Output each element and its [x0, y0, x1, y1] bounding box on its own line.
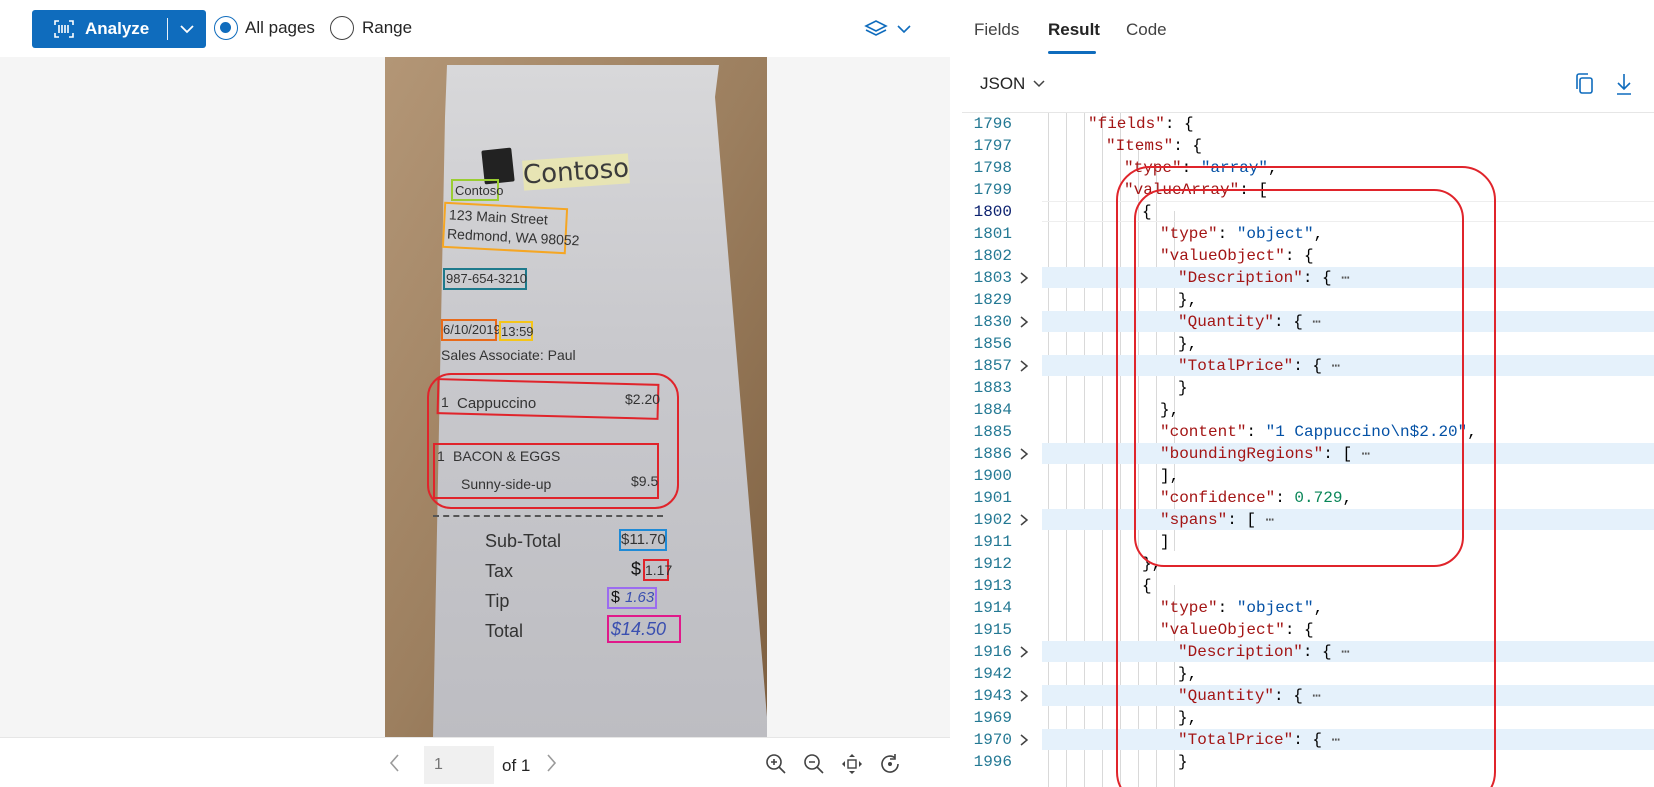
json-editor[interactable]: 1796 "fields": { 1797 "Items": { 1798 "t…: [962, 113, 1654, 787]
total-label: Total: [485, 621, 524, 641]
rotate-icon[interactable]: [878, 752, 902, 776]
analyze-button-label: Analyze: [85, 19, 150, 38]
fit-to-page-icon[interactable]: [840, 752, 864, 776]
tax-value: 1.17: [645, 562, 673, 578]
line-number: 1803: [973, 269, 1012, 287]
dashed-divider: [433, 515, 663, 517]
result-pane: Fields Result Code JSON 1796 "fields": {…: [950, 0, 1654, 787]
format-dropdown[interactable]: JSON: [980, 74, 1025, 94]
receipt-merchant: Contoso: [455, 183, 504, 198]
active-tab-indicator: [1048, 51, 1096, 54]
line-number: 1916: [973, 643, 1012, 661]
item-2-sub: Sunny-side-up: [461, 476, 552, 492]
line-number: 1802: [973, 247, 1012, 265]
tax-label: Tax: [485, 561, 514, 581]
split-divider: [167, 18, 168, 40]
item-1-qty: 1: [441, 394, 449, 410]
zoom-in-icon[interactable]: [764, 752, 788, 776]
document-canvas: Contoso Contoso 123 Main Street Redmond,…: [0, 57, 950, 737]
radio-range-label[interactable]: Range: [362, 18, 412, 38]
radio-range[interactable]: [330, 16, 354, 40]
line-number: 1886: [973, 445, 1012, 463]
line-number: 1798: [973, 159, 1012, 177]
item-1-name: Cappuccino: [457, 395, 537, 412]
line-number: 1969: [973, 709, 1012, 727]
chevron-down-icon[interactable]: [1032, 78, 1046, 90]
line-number: 1942: [973, 665, 1012, 683]
receipt-image: Contoso Contoso 123 Main Street Redmond,…: [385, 57, 767, 737]
line-number: 1911: [973, 533, 1012, 551]
viewer-toolbar: Analyze All pages Range: [0, 0, 950, 57]
line-number: 1996: [973, 753, 1012, 771]
chevron-right-icon[interactable]: [1018, 645, 1030, 659]
zoom-out-icon[interactable]: [802, 752, 826, 776]
document-viewer-pane: Analyze All pages Range Contoso Contoso …: [0, 0, 950, 787]
chevron-right-icon[interactable]: [544, 753, 558, 773]
line-number: 1830: [973, 313, 1012, 331]
item-2-name: BACON & EGGS: [453, 448, 561, 464]
line-number: 1943: [973, 687, 1012, 705]
tab-result[interactable]: Result: [1048, 20, 1100, 40]
analyze-button[interactable]: Analyze: [32, 10, 206, 48]
radio-all-pages-label[interactable]: All pages: [245, 18, 315, 38]
line-number: 1884: [973, 401, 1012, 419]
tab-fields[interactable]: Fields: [974, 20, 1019, 40]
line-number: 1902: [973, 511, 1012, 529]
line-number: 1912: [973, 555, 1012, 573]
line-number: 1883: [973, 379, 1012, 397]
line-number: 1856: [973, 335, 1012, 353]
item-2-price: $9.5: [631, 473, 659, 489]
tab-code[interactable]: Code: [1126, 20, 1167, 40]
copy-icon[interactable]: [1574, 72, 1596, 96]
chevron-right-icon[interactable]: [1018, 689, 1030, 703]
line-number: 1796: [973, 115, 1012, 133]
tip-value: 1.63: [625, 589, 655, 606]
line-number: 1829: [973, 291, 1012, 309]
code-line: 1797 "Items": {: [962, 135, 1654, 158]
total-value: $14.50: [611, 619, 667, 639]
page-count-label: of 1: [502, 756, 531, 775]
line-number: 1901: [973, 489, 1012, 507]
line-number: 1913: [973, 577, 1012, 595]
page-number-input[interactable]: [424, 746, 494, 784]
subtotal-value: $11.70: [621, 531, 666, 548]
item-2-qty: 1: [437, 448, 445, 464]
chevron-down-icon[interactable]: [179, 22, 195, 36]
chevron-left-icon[interactable]: [388, 753, 402, 773]
chevron-right-icon[interactable]: [1018, 513, 1030, 527]
tip-currency: $: [611, 589, 620, 606]
json-key: "fields": [1088, 115, 1165, 133]
tax-currency: $: [631, 559, 642, 579]
item-1-price: $2.20: [625, 391, 661, 407]
chevron-right-icon[interactable]: [1018, 733, 1030, 747]
layers-icon[interactable]: [864, 18, 914, 40]
line-number: 1915: [973, 621, 1012, 639]
receipt-associate: Sales Associate: Paul: [441, 347, 576, 363]
chevron-right-icon[interactable]: [1018, 315, 1030, 329]
chevron-right-icon[interactable]: [1018, 447, 1030, 461]
tip-label: Tip: [485, 591, 510, 611]
scan-icon: [54, 20, 74, 38]
download-icon[interactable]: [1614, 72, 1634, 96]
receipt-phone: 987-654-3210: [446, 271, 527, 286]
chevron-right-icon[interactable]: [1018, 271, 1030, 285]
line-number: 1799: [973, 181, 1012, 199]
object-highlight: [1134, 189, 1464, 567]
code-line: 1796 "fields": {: [962, 113, 1654, 136]
line-number: 1801: [973, 225, 1012, 243]
line-number: 1914: [973, 599, 1012, 617]
receipt-time: 13:59: [501, 324, 534, 339]
radio-all-pages[interactable]: [214, 16, 238, 40]
line-number: 1970: [973, 731, 1012, 749]
line-number: 1885: [973, 423, 1012, 441]
json-key: "Items": [1106, 137, 1174, 155]
line-number: 1900: [973, 467, 1012, 485]
receipt-date: 6/10/2019: [443, 322, 501, 337]
line-number: 1797: [973, 137, 1012, 155]
line-number: 1800: [973, 203, 1012, 221]
line-number: 1857: [973, 357, 1012, 375]
chevron-right-icon[interactable]: [1018, 359, 1030, 373]
subtotal-label: Sub-Total: [485, 531, 562, 551]
